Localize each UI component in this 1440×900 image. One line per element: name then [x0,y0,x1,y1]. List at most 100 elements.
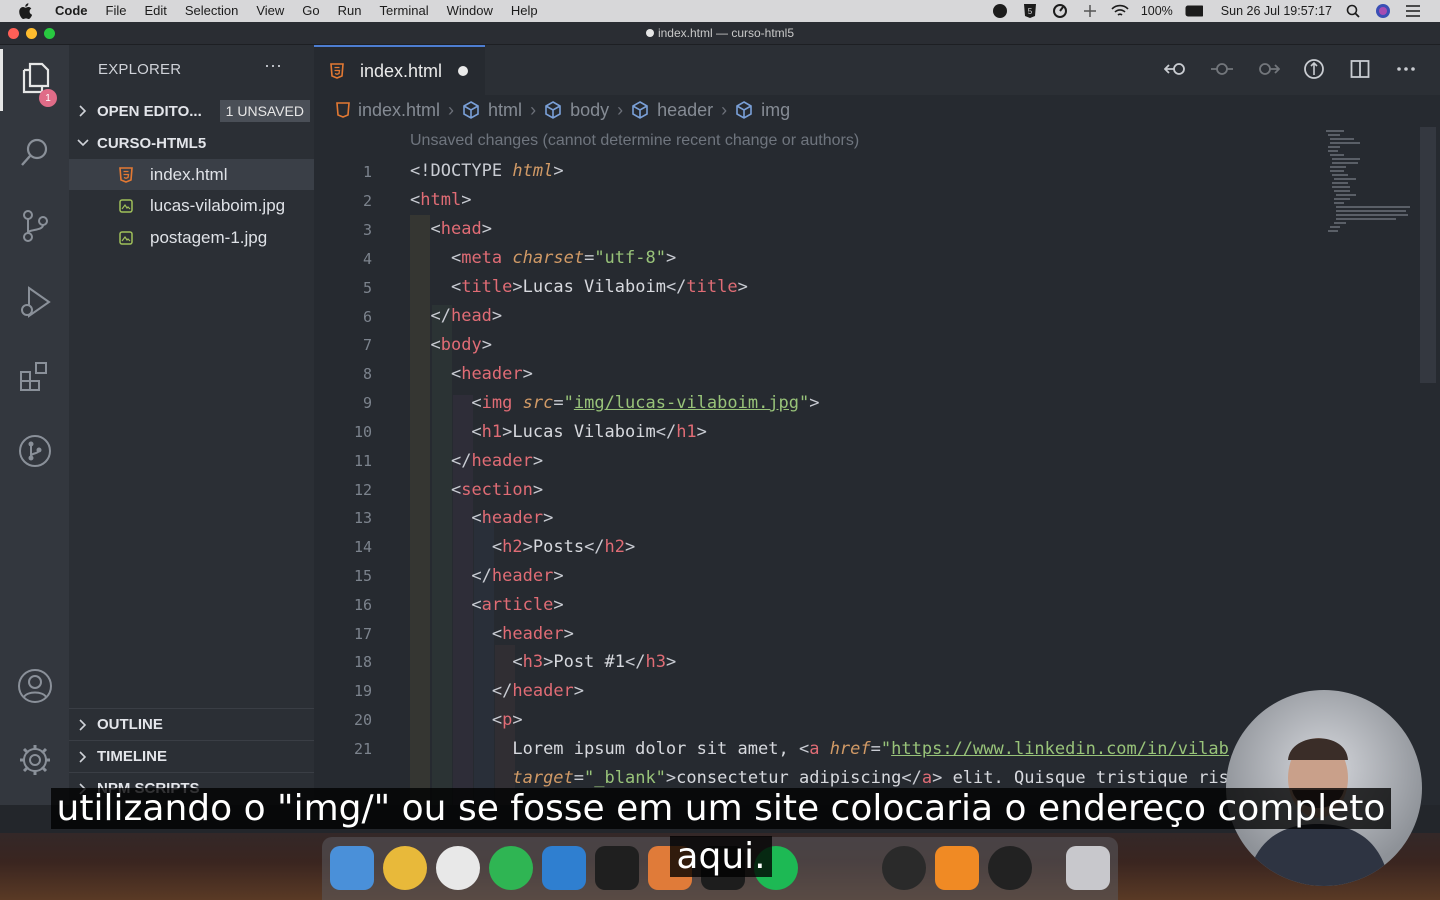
outline-panel[interactable]: OUTLINE [69,708,314,740]
gitlens-compare-icon[interactable] [1302,57,1326,81]
file-label: lucas-vilaboim.jpg [150,195,286,215]
commit-icon[interactable] [1210,57,1234,81]
gear-icon [17,742,53,783]
image-file-icon [118,198,134,214]
outline-label: OUTLINE [97,716,163,733]
folder-section[interactable]: CURSO-HTML5 [69,128,314,158]
unsaved-dot-icon [645,29,654,37]
code-line: <h1>Lucas Vilaboim</h1> [471,422,707,442]
html5-file-icon [330,63,344,79]
accounts-activity[interactable] [0,657,69,719]
code-line: </header> [471,566,564,586]
breadcrumb-item-file[interactable]: index.html [336,100,440,121]
menu-file[interactable]: File [97,0,136,22]
line-number: 8 [362,365,372,383]
line-number: 4 [362,250,372,268]
window-title: index.html — curso-html5 [0,26,1440,40]
source-control-icon [19,209,51,248]
source-control-activity[interactable] [0,197,69,259]
clock[interactable]: Sun 26 Jul 19:57:17 [1221,4,1332,18]
breadcrumb-item-img[interactable]: img [735,100,790,121]
open-changes-next-icon[interactable] [1256,57,1280,81]
chevron-right-icon [69,750,97,763]
line-number: 11 [353,452,372,470]
menu-go[interactable]: Go [293,0,328,22]
menu-selection[interactable]: Selection [176,0,247,22]
chevron-right-icon: › [448,99,455,120]
file-item-postagem-1-jpg[interactable]: postagem-1.jpg [69,222,314,253]
chevron-down-icon [69,138,97,148]
notification-center-icon[interactable] [1404,3,1422,19]
code-line: </head> [430,306,503,326]
line-number: 9 [362,394,372,412]
line-number: 15 [353,567,372,585]
account-icon [17,668,53,709]
menu-help[interactable]: Help [502,0,547,22]
window-titlebar: index.html — curso-html5 [0,22,1440,45]
file-item-lucas-vilaboim-jpg[interactable]: lucas-vilaboim.jpg [69,190,314,221]
wifi-icon[interactable] [1111,3,1129,19]
line-number: 10 [353,423,372,441]
gitlens-activity[interactable] [0,422,69,484]
speed-icon[interactable] [1051,3,1069,19]
menu-code[interactable]: Code [46,0,97,22]
folder-label: CURSO-HTML5 [97,134,207,152]
code-line: <head> [430,219,492,239]
creative-cloud-icon[interactable] [991,3,1009,19]
codelens-blame[interactable]: Unsaved changes (cannot determine recent… [410,132,859,150]
code-line: <h3>Post #1</h3> [512,652,677,672]
line-number: 13 [353,509,372,527]
code-line: <section> [450,480,544,500]
apple-icon[interactable] [18,3,34,19]
menu-terminal[interactable]: Terminal [371,0,438,22]
activity-bar: 1 [0,45,69,805]
explorer-more-button[interactable]: ··· [264,55,282,76]
minimap[interactable] [1322,127,1412,247]
line-number: 14 [353,538,372,556]
macos-menubar: Code File Edit Selection View Go Run Ter… [0,0,1440,22]
run-debug-activity[interactable] [0,273,69,335]
manage-activity[interactable] [0,731,69,793]
more-actions-icon[interactable] [1394,57,1418,81]
battery-icon[interactable] [1185,3,1203,19]
unsaved-dot-icon[interactable] [458,66,469,76]
code-line: <meta charset="utf-8"> [450,248,677,268]
siri-icon[interactable] [1374,3,1392,19]
file-item-index-html[interactable]: index.html [69,159,314,190]
line-number: 16 [353,596,372,614]
menu-window[interactable]: Window [438,0,502,22]
editor-tabs: index.html [314,45,1440,95]
file-label: index.html [150,164,228,184]
explorer-sidebar: EXPLORER ··· OPEN EDITO... 1 UNSAVED CUR… [69,45,314,805]
search-activity[interactable] [0,123,69,185]
video-subtitle: utilizando o "img/" ou se fosse em um si… [30,785,1412,881]
timeline-panel[interactable]: TIMELINE [69,740,314,772]
code-line: <body> [430,335,492,355]
tab-label: index.html [360,60,443,81]
line-number: 18 [353,653,372,671]
code-line: </header> [450,451,544,471]
timeline-label: TIMELINE [97,748,167,765]
move-icon[interactable] [1081,3,1099,19]
open-editors-label: OPEN EDITO... [97,102,202,120]
line-number: 7 [362,336,372,354]
battery-percent: 100% [1140,4,1173,18]
line-number: 2 [362,192,372,210]
spotlight-search-icon[interactable] [1344,3,1362,19]
open-changes-previous-icon[interactable] [1164,57,1188,81]
open-editors-section[interactable]: OPEN EDITO... 1 UNSAVED [69,96,314,126]
menu-run[interactable]: Run [329,0,371,22]
html5-file-icon [118,166,134,183]
menu-edit[interactable]: Edit [135,0,175,22]
explorer-activity[interactable]: 1 [0,49,69,111]
line-number: 21 [353,740,372,758]
breadcrumb-item-html[interactable]: html [462,100,522,121]
split-editor-icon[interactable] [1348,57,1372,81]
menu-view[interactable]: View [247,0,293,22]
html5-shield-icon[interactable]: 5 [1021,3,1039,19]
extensions-activity[interactable] [0,347,69,409]
breadcrumb-item-header[interactable]: header [631,100,713,121]
editor-scrollbar[interactable] [1420,127,1436,383]
tab-index-html[interactable]: index.html [314,45,485,95]
breadcrumb-item-body[interactable]: body [544,100,609,121]
